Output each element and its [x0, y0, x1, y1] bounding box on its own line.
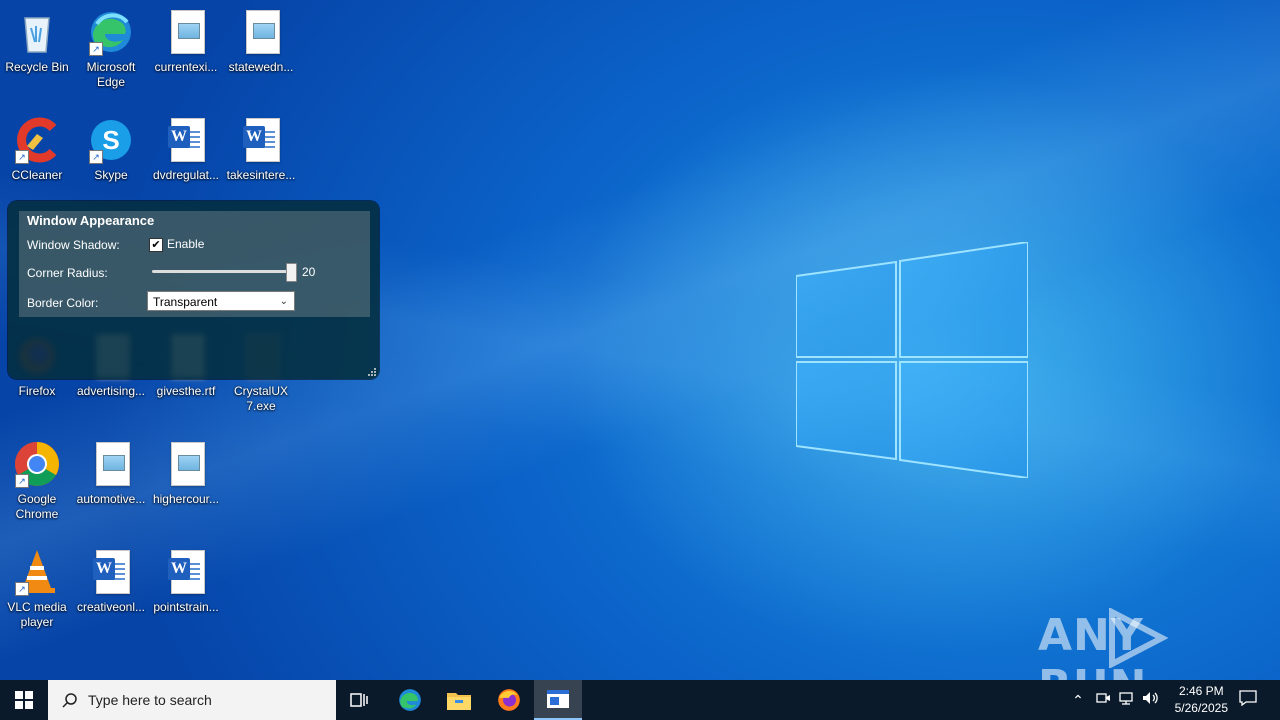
taskbar-edge[interactable]	[386, 680, 434, 720]
resize-grip-icon[interactable]	[367, 367, 377, 377]
search-icon	[62, 693, 77, 708]
edge-icon: ↗	[87, 8, 135, 56]
desktop-icon-word-doc[interactable]: W creativeonl...	[74, 548, 148, 615]
corner-radius-slider-track[interactable]	[152, 270, 292, 273]
icon-label: takesintere...	[226, 168, 296, 182]
chevron-up-icon[interactable]: ⌃	[1068, 690, 1088, 710]
vlc-cone-icon: ↗	[13, 548, 61, 596]
taskbar-clock[interactable]: 2:46 PM 5/26/2025	[1175, 683, 1228, 717]
shortcut-arrow-icon: ↗	[15, 474, 29, 488]
icon-label: pointstrain...	[153, 600, 219, 614]
desktop-icon-word-doc[interactable]: W takesintere...	[224, 116, 298, 183]
word-document-icon: W	[162, 548, 210, 596]
skype-icon: S ↗	[87, 116, 135, 164]
image-file-icon	[237, 8, 285, 56]
taskbar-active-app[interactable]	[534, 680, 582, 720]
desktop-icon-file[interactable]: currentexi...	[149, 8, 223, 75]
desktop-icon-file[interactable]: automotive...	[74, 440, 148, 507]
icon-label: currentexi...	[154, 60, 218, 74]
windows-logo-wallpaper	[796, 242, 1028, 478]
window-shadow-checkbox[interactable]: ✔	[149, 238, 163, 252]
image-file-icon	[162, 440, 210, 488]
ccleaner-icon: ↗	[13, 116, 61, 164]
icon-label: givesthe.rtf	[156, 384, 216, 398]
search-placeholder: Type here to search	[88, 692, 212, 708]
icon-label: Recycle Bin	[5, 60, 69, 74]
taskbar-search-box[interactable]: Type here to search	[48, 680, 336, 720]
corner-radius-label: Corner Radius:	[27, 266, 108, 280]
meet-now-icon[interactable]	[1093, 690, 1113, 710]
taskbar: Type here to search ⌃ 2:46 PM 5/26/2025	[0, 680, 1280, 720]
panel-title: Window Appearance	[27, 213, 155, 228]
icon-label: dvdregulat...	[152, 168, 220, 182]
recycle-bin-icon	[13, 8, 61, 56]
window-appearance-panel[interactable]: Window Appearance Window Shadow: ✔ Enabl…	[8, 201, 379, 379]
clock-time: 2:46 PM	[1178, 684, 1224, 698]
border-color-selected: Transparent	[153, 295, 218, 309]
shortcut-arrow-icon: ↗	[89, 150, 103, 164]
desktop-icon-skype[interactable]: S ↗ Skype	[74, 116, 148, 183]
word-document-icon: W	[87, 548, 135, 596]
corner-radius-value: 20	[302, 265, 316, 279]
firefox-icon	[498, 689, 520, 711]
edge-icon	[399, 689, 421, 711]
icon-label: creativeonl...	[76, 600, 146, 614]
volume-icon[interactable]	[1141, 690, 1161, 710]
svg-text:S: S	[102, 125, 119, 155]
desktop-icon-file[interactable]: statewedn...	[224, 8, 298, 75]
window-app-icon	[547, 690, 569, 708]
task-view-icon	[350, 693, 368, 707]
desktop-icon-recycle-bin[interactable]: Recycle Bin	[0, 8, 74, 75]
play-logo-icon	[1109, 608, 1168, 668]
chevron-down-icon: ⌄	[279, 296, 288, 307]
word-document-icon: W	[162, 116, 210, 164]
taskbar-firefox[interactable]	[485, 680, 533, 720]
desktop-icon-ccleaner[interactable]: ↗ CCleaner	[0, 116, 74, 183]
notifications-icon[interactable]	[1238, 690, 1258, 710]
icon-label: VLC media player	[7, 600, 67, 629]
chrome-icon: ↗	[13, 440, 61, 488]
start-button[interactable]	[0, 680, 48, 720]
desktop-icon-chrome[interactable]: ↗ Google Chrome	[0, 440, 74, 522]
icon-label: Google Chrome	[15, 492, 59, 521]
folder-icon	[447, 693, 471, 710]
enable-label[interactable]: Enable	[167, 237, 204, 251]
desktop-icon-file[interactable]: highercour...	[149, 440, 223, 507]
icon-label: CrystalUX 7.exe	[233, 384, 288, 413]
shortcut-arrow-icon: ↗	[89, 42, 103, 56]
windows-start-icon	[15, 691, 33, 709]
desktop-icon-word-doc[interactable]: W dvdregulat...	[149, 116, 223, 183]
icon-label: Skype	[94, 168, 128, 182]
window-shadow-label: Window Shadow:	[27, 238, 120, 252]
icon-label: statewedn...	[228, 60, 294, 74]
icon-label: highercour...	[152, 492, 220, 506]
task-view-button[interactable]	[336, 680, 384, 720]
icon-label: CCleaner	[11, 168, 63, 182]
network-icon[interactable]	[1117, 690, 1137, 710]
icon-label: advertising...	[76, 384, 146, 398]
desktop-icon-word-doc[interactable]: W pointstrain...	[149, 548, 223, 615]
border-color-dropdown[interactable]: Transparent ⌄	[147, 291, 295, 311]
icon-label: automotive...	[76, 492, 146, 506]
image-file-icon	[162, 8, 210, 56]
shortcut-arrow-icon: ↗	[15, 582, 29, 596]
image-file-icon	[87, 440, 135, 488]
border-color-label: Border Color:	[27, 296, 99, 310]
clock-date: 5/26/2025	[1174, 701, 1228, 715]
taskbar-file-explorer[interactable]	[435, 680, 483, 720]
word-document-icon: W	[237, 116, 285, 164]
desktop-icon-vlc[interactable]: ↗ VLC media player	[0, 548, 74, 630]
settings-group: Window Appearance Window Shadow: ✔ Enabl…	[19, 211, 370, 317]
desktop-icon-edge[interactable]: ↗ Microsoft Edge	[74, 8, 148, 90]
icon-label: Firefox	[18, 384, 56, 398]
corner-radius-slider-thumb[interactable]	[286, 263, 297, 282]
icon-label: Microsoft Edge	[86, 60, 136, 89]
shortcut-arrow-icon: ↗	[15, 150, 29, 164]
